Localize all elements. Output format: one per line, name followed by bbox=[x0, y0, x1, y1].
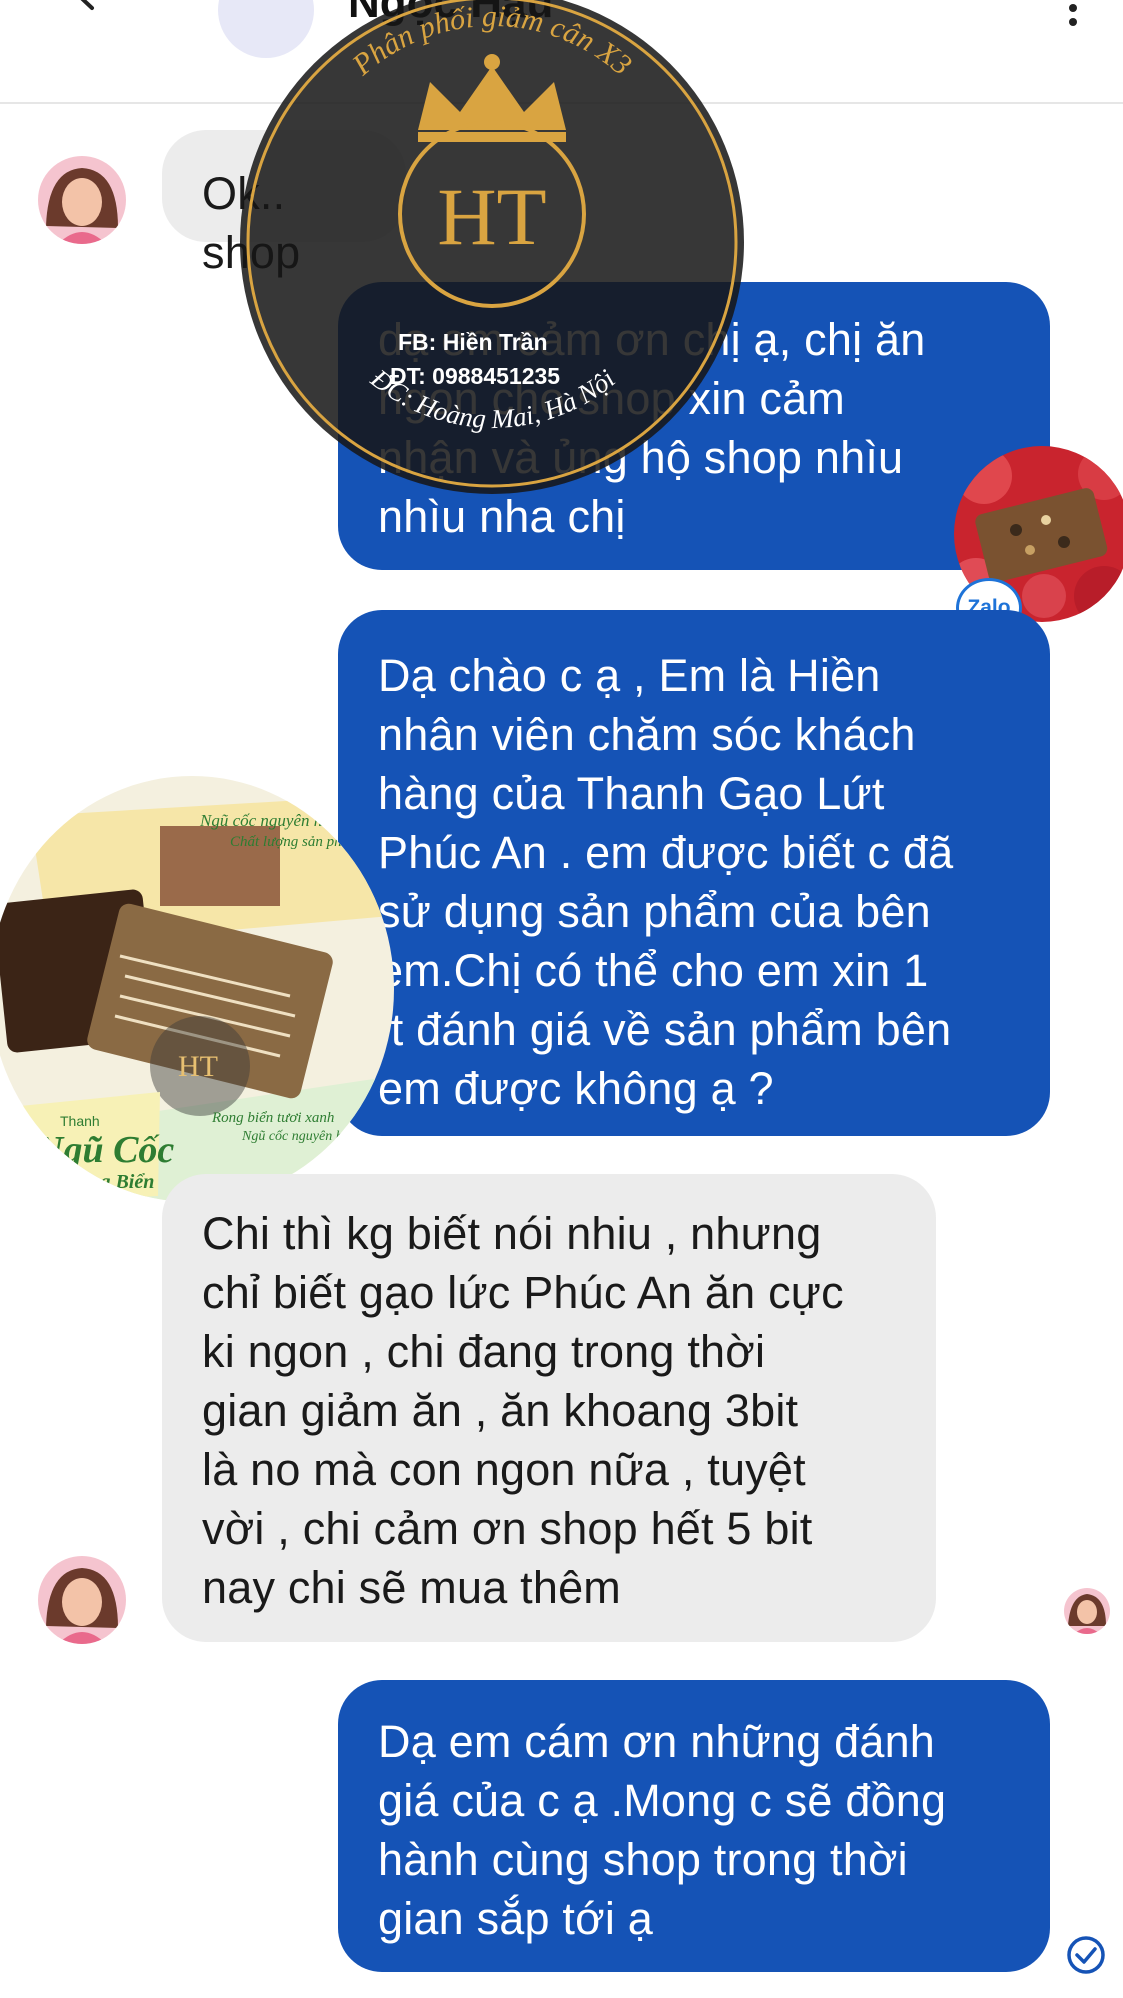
more-vertical-icon[interactable] bbox=[1061, 0, 1085, 28]
message-bubble-outgoing[interactable]: Dạ chào c ạ , Em là Hiền nhân viên chăm … bbox=[338, 610, 1050, 1136]
package-brand-small: Thanh bbox=[60, 1113, 100, 1129]
contact-avatar[interactable] bbox=[218, 0, 314, 58]
read-receipt-check-icon bbox=[1067, 1936, 1105, 1974]
package-brand-sub: Rong Biển bbox=[65, 1171, 154, 1193]
package-text: Rong biển tươi xanh bbox=[211, 1110, 334, 1126]
product-photo[interactable]: HT Ngũ cốc nguyên hạt Chất lượng sản phẩ… bbox=[0, 776, 394, 1202]
watermark-monogram: HT bbox=[437, 171, 546, 262]
sender-avatar[interactable] bbox=[38, 156, 126, 244]
contact-name[interactable]: Ngọc Hậu bbox=[348, 0, 553, 28]
arrow-left-icon[interactable] bbox=[62, 0, 108, 16]
message-bubble-incoming[interactable]: Ok.. shop bbox=[162, 130, 406, 278]
message-bubble-outgoing[interactable]: dạ em cảm ơn chị ạ, chị ăn ngon cho shop… bbox=[338, 282, 1050, 570]
package-text: Ngũ cốc nguyên hạt bbox=[199, 811, 337, 830]
chat-header: Ngọc Hậu bbox=[0, 0, 1123, 104]
package-text: Ngũ cốc nguyên hạt bbox=[241, 1129, 355, 1144]
photo-monogram: HT bbox=[178, 1050, 218, 1083]
message-bubble-incoming[interactable]: Chi thì kg biết nói nhiu , nhưng chỉ biế… bbox=[162, 1174, 936, 1642]
sender-avatar[interactable] bbox=[38, 1556, 126, 1644]
package-brand: Ngũ Cốc bbox=[35, 1129, 174, 1171]
message-bubble-outgoing[interactable]: Dạ em cám ơn những đánh giá của c ạ .Mon… bbox=[338, 1680, 1050, 1972]
seen-avatar bbox=[1064, 1588, 1110, 1634]
